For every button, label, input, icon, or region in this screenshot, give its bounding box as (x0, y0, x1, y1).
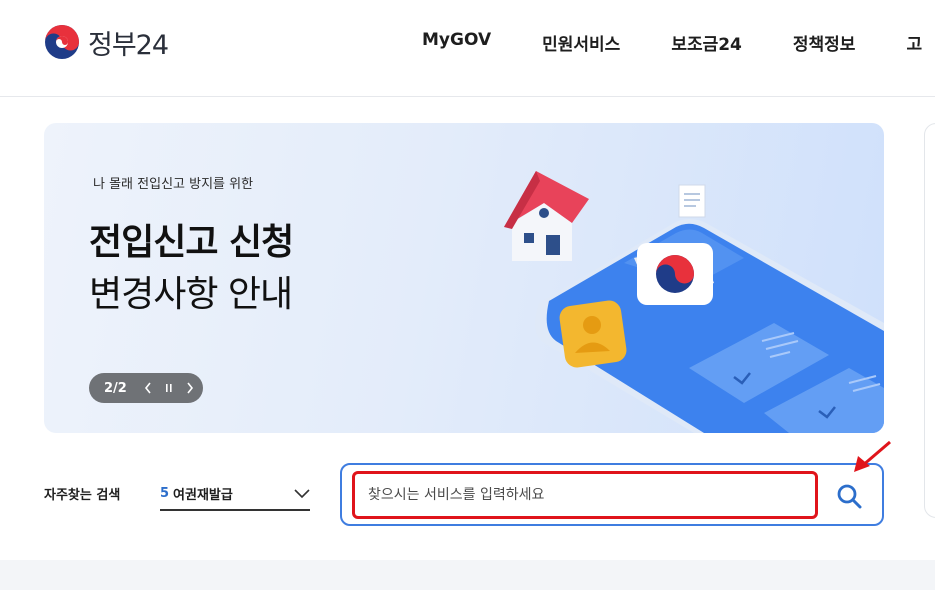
frequent-search-term: 여권재발급 (173, 488, 233, 503)
frequent-search-dropdown[interactable]: 5 여권재발급 (160, 478, 310, 511)
logo-text: 정부24 (88, 29, 169, 61)
slide-counter: 2/2 (104, 380, 127, 396)
logo[interactable]: 정부24 (44, 24, 169, 61)
banner-subtitle: 나 몰래 전입신고 방지를 위한 (93, 177, 254, 192)
pause-slide-button[interactable] (160, 379, 177, 397)
banner-title-line2: 변경사항 안내 (89, 274, 293, 315)
pause-icon (165, 384, 172, 392)
nav-item-subsidy24[interactable]: 보조금24 (671, 30, 742, 55)
phone-illustration-icon (504, 171, 884, 433)
main-nav: MyGOV 민원서비스 보조금24 정책정보 고 (422, 30, 922, 55)
nav-item-mygov[interactable]: MyGOV (422, 30, 491, 55)
chevron-down-icon (294, 489, 310, 499)
nav-item-policy-info[interactable]: 정책정보 (793, 30, 856, 55)
side-panel-card[interactable] (924, 123, 935, 518)
chevron-right-icon (187, 382, 194, 394)
banner-title-line1: 전입신고 신청 (89, 222, 294, 263)
main-banner[interactable]: 나 몰래 전입신고 방지를 위한 전입신고 신청 변경사항 안내 2/2 (44, 123, 884, 433)
search-box (340, 463, 884, 526)
next-slide-button[interactable] (182, 379, 199, 397)
search-icon[interactable] (836, 483, 862, 509)
frequent-search-label: 자주찾는 검색 (44, 488, 121, 503)
frequent-search-rank: 5 (160, 486, 170, 501)
prev-slide-button[interactable] (139, 379, 156, 397)
chevron-left-icon (144, 382, 151, 394)
government-emblem-icon (45, 25, 79, 59)
bottom-section (0, 560, 935, 590)
nav-item-truncated[interactable]: 고 (906, 30, 922, 55)
site-header: 정부24 MyGOV 민원서비스 보조금24 정책정보 고 (0, 0, 935, 97)
search-input[interactable] (352, 471, 818, 519)
arrow-annotation-icon (854, 440, 891, 472)
nav-item-civil-services[interactable]: 민원서비스 (542, 30, 620, 55)
banner-slide-control: 2/2 (89, 373, 203, 403)
